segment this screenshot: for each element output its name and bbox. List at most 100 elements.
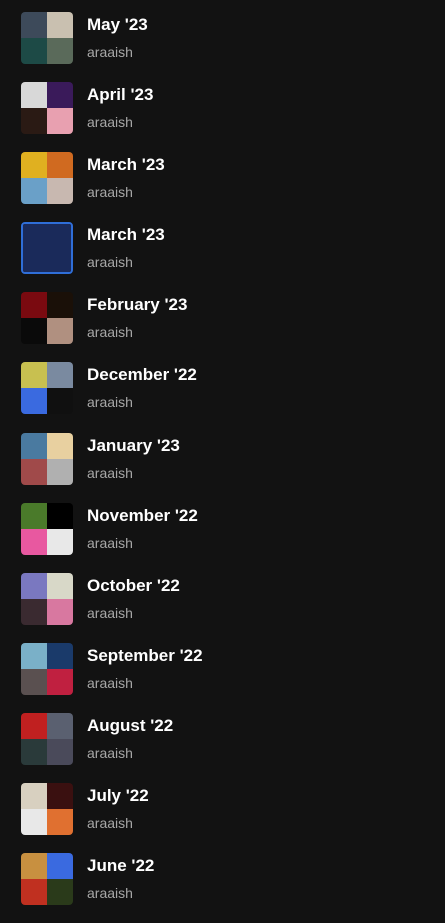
playlist-cover <box>21 713 73 765</box>
album-art-tile <box>47 669 73 695</box>
playlist-cover <box>21 853 73 905</box>
album-art-tile <box>21 318 47 344</box>
playlist-owner: araaish <box>87 324 133 340</box>
album-art-tile <box>47 739 73 765</box>
album-art-tile <box>21 783 47 809</box>
playlist-title: April '23 <box>87 85 154 104</box>
playlist-owner: araaish <box>87 885 133 901</box>
album-art-tile <box>47 38 73 64</box>
album-art-tile <box>21 713 47 739</box>
album-art-tile <box>21 809 47 835</box>
album-art-tile <box>21 599 47 625</box>
album-art-tile <box>21 38 47 64</box>
playlist-item[interactable]: January '23 araaish <box>0 433 445 503</box>
album-art-tile <box>47 713 73 739</box>
playlist-title: February '23 <box>87 295 188 314</box>
album-art-tile <box>47 82 73 108</box>
album-art-tile <box>47 573 73 599</box>
album-art-tile <box>47 292 73 318</box>
album-art-tile <box>21 152 47 178</box>
playlist-item[interactable]: May '23 araaish <box>0 12 445 82</box>
playlist-owner: araaish <box>87 605 133 621</box>
album-art-tile <box>21 108 47 134</box>
playlist-item[interactable]: April '23 araaish <box>0 82 445 152</box>
playlist-title: August '22 <box>87 716 174 735</box>
album-art-tile <box>21 388 47 414</box>
playlist-cover <box>21 433 73 485</box>
playlist-owner: araaish <box>87 44 133 60</box>
album-art-tile <box>47 599 73 625</box>
album-art-tile <box>47 879 73 905</box>
playlist-item[interactable]: July '22 araaish <box>0 783 445 853</box>
playlist-title: October '22 <box>87 576 180 595</box>
album-art-tile <box>21 643 47 669</box>
playlist-owner: araaish <box>87 394 133 410</box>
album-art-tile <box>21 503 47 529</box>
playlist-title: June '22 <box>87 856 155 875</box>
playlist-owner: araaish <box>87 815 133 831</box>
album-art-tile <box>47 529 73 555</box>
playlist-cover <box>21 292 73 344</box>
playlist-owner: araaish <box>87 745 133 761</box>
album-art-tile <box>21 739 47 765</box>
album-art-tile <box>47 388 73 414</box>
playlist-cover <box>21 573 73 625</box>
playlist-title: January '23 <box>87 436 180 455</box>
album-art-tile <box>21 459 47 485</box>
playlist-title: December '22 <box>87 365 197 384</box>
playlist-cover <box>21 82 73 134</box>
album-art-tile <box>47 362 73 388</box>
playlist-owner: araaish <box>87 675 133 691</box>
playlist-cover <box>21 222 73 274</box>
playlist-item[interactable]: August '22 araaish <box>0 713 445 783</box>
playlist-item[interactable]: September '22 araaish <box>0 643 445 713</box>
playlist-list: May '23 araaish April '23 araaish March … <box>0 0 445 917</box>
playlist-item[interactable]: December '22 araaish <box>0 362 445 432</box>
album-art-tile <box>47 152 73 178</box>
playlist-item[interactable]: November '22 araaish <box>0 503 445 573</box>
album-art-tile <box>21 433 47 459</box>
album-art-tile <box>47 433 73 459</box>
playlist-owner: araaish <box>87 254 133 270</box>
album-art-tile <box>21 362 47 388</box>
album-art-tile <box>47 809 73 835</box>
album-art-tile <box>47 643 73 669</box>
playlist-cover <box>21 152 73 204</box>
album-art-tile <box>21 573 47 599</box>
album-art-image <box>23 224 71 272</box>
playlist-title: September '22 <box>87 646 203 665</box>
album-art-tile <box>47 12 73 38</box>
playlist-owner: araaish <box>87 114 133 130</box>
playlist-item[interactable]: June '22 araaish <box>0 853 445 923</box>
album-art-tile <box>21 669 47 695</box>
playlist-cover <box>21 503 73 555</box>
album-art-tile <box>21 178 47 204</box>
playlist-title: November '22 <box>87 506 198 525</box>
playlist-title: March '23 <box>87 155 165 174</box>
album-art-tile <box>47 783 73 809</box>
playlist-owner: araaish <box>87 465 133 481</box>
album-art-tile <box>47 853 73 879</box>
album-art-tile <box>21 529 47 555</box>
album-art-tile <box>47 318 73 344</box>
playlist-owner: araaish <box>87 535 133 551</box>
album-art-tile <box>47 459 73 485</box>
album-art-tile <box>47 178 73 204</box>
playlist-cover <box>21 643 73 695</box>
playlist-cover <box>21 362 73 414</box>
playlist-item[interactable]: October '22 araaish <box>0 573 445 643</box>
album-art-tile <box>47 503 73 529</box>
album-art-tile <box>21 12 47 38</box>
album-art-tile <box>21 82 47 108</box>
playlist-item[interactable]: February '23 araaish <box>0 292 445 362</box>
album-art-tile <box>21 879 47 905</box>
album-art-tile <box>21 292 47 318</box>
playlist-title: July '22 <box>87 786 149 805</box>
playlist-title: May '23 <box>87 15 148 34</box>
playlist-owner: araaish <box>87 184 133 200</box>
album-art-tile <box>47 108 73 134</box>
album-art-tile <box>21 853 47 879</box>
playlist-item[interactable]: March '23 araaish <box>0 152 445 222</box>
playlist-item[interactable]: March '23 araaish <box>0 222 445 292</box>
playlist-cover <box>21 12 73 64</box>
